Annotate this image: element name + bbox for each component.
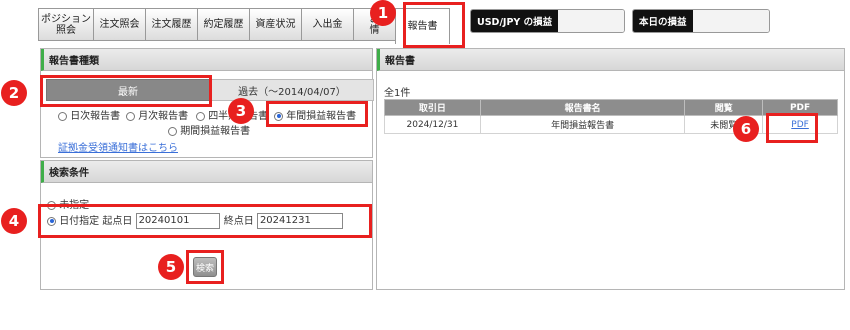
- pl-usdjpy-label: USD/JPY の損益: [471, 10, 559, 32]
- col-date: 取引日: [384, 99, 481, 116]
- col-viewed: 閲覧: [684, 99, 764, 116]
- radio-daily-label: 日次報告書: [70, 111, 121, 122]
- radio-quarterly-icon: [196, 111, 205, 121]
- tab-deposit-withdrawal[interactable]: 入出金: [301, 8, 353, 41]
- radio-period[interactable]: 期間損益報告書: [168, 122, 250, 137]
- reports-title: 報告書: [377, 49, 844, 71]
- tab-position-inquiry[interactable]: ポジション 照会: [38, 8, 93, 41]
- pl-today-label: 本日の損益: [633, 10, 693, 32]
- result-count: 全1件: [384, 88, 411, 99]
- callout-badge: 6: [733, 116, 759, 142]
- pl-today: 本日の損益: [632, 9, 770, 33]
- col-report-name: 報告書名: [479, 99, 686, 116]
- radio-monthly[interactable]: 月次報告書: [126, 107, 188, 122]
- callout-badge: 4: [1, 208, 27, 234]
- tab-order-history[interactable]: 注文履歴: [145, 8, 197, 41]
- highlight-annual-radio: [266, 101, 368, 127]
- radio-monthly-label: 月次報告書: [138, 111, 189, 122]
- row-report-name: 年間損益報告書: [479, 115, 686, 134]
- radio-monthly-icon: [126, 111, 135, 121]
- highlight-pdf-link: [766, 113, 818, 143]
- search-title: 検索条件: [41, 161, 372, 183]
- past-tab[interactable]: 過去（～2014/04/07）: [210, 79, 374, 101]
- radio-period-icon: [168, 126, 177, 136]
- reports-panel: 報告書: [376, 48, 845, 290]
- tab-order-inquiry[interactable]: 注文照会: [93, 8, 145, 41]
- report-type-title: 報告書種類: [41, 49, 372, 71]
- radio-period-label: 期間損益報告書: [180, 126, 251, 137]
- callout-badge: 3: [228, 98, 254, 124]
- callout-badge: 5: [158, 254, 184, 280]
- pl-today-value: [692, 10, 769, 32]
- tab-asset-status[interactable]: 資産状況: [249, 8, 301, 41]
- callout-badge: 2: [1, 80, 27, 106]
- pl-usdjpy: USD/JPY の損益: [470, 9, 625, 33]
- radio-daily-icon: [58, 111, 67, 121]
- highlight-date-range: [38, 204, 372, 238]
- pl-usdjpy-value: [558, 10, 624, 32]
- radio-daily[interactable]: 日次報告書: [58, 107, 120, 122]
- callout-badge: 1: [370, 0, 396, 26]
- highlight-latest-tab: [40, 75, 212, 107]
- highlight-search-button: [186, 250, 224, 284]
- tab-execution-history[interactable]: 約定履歴: [197, 8, 249, 41]
- margin-receipt-link[interactable]: 証拠金受領通知書はこちら: [58, 139, 178, 154]
- highlight-reports-tab: [403, 2, 465, 48]
- row-date: 2024/12/31: [384, 115, 481, 134]
